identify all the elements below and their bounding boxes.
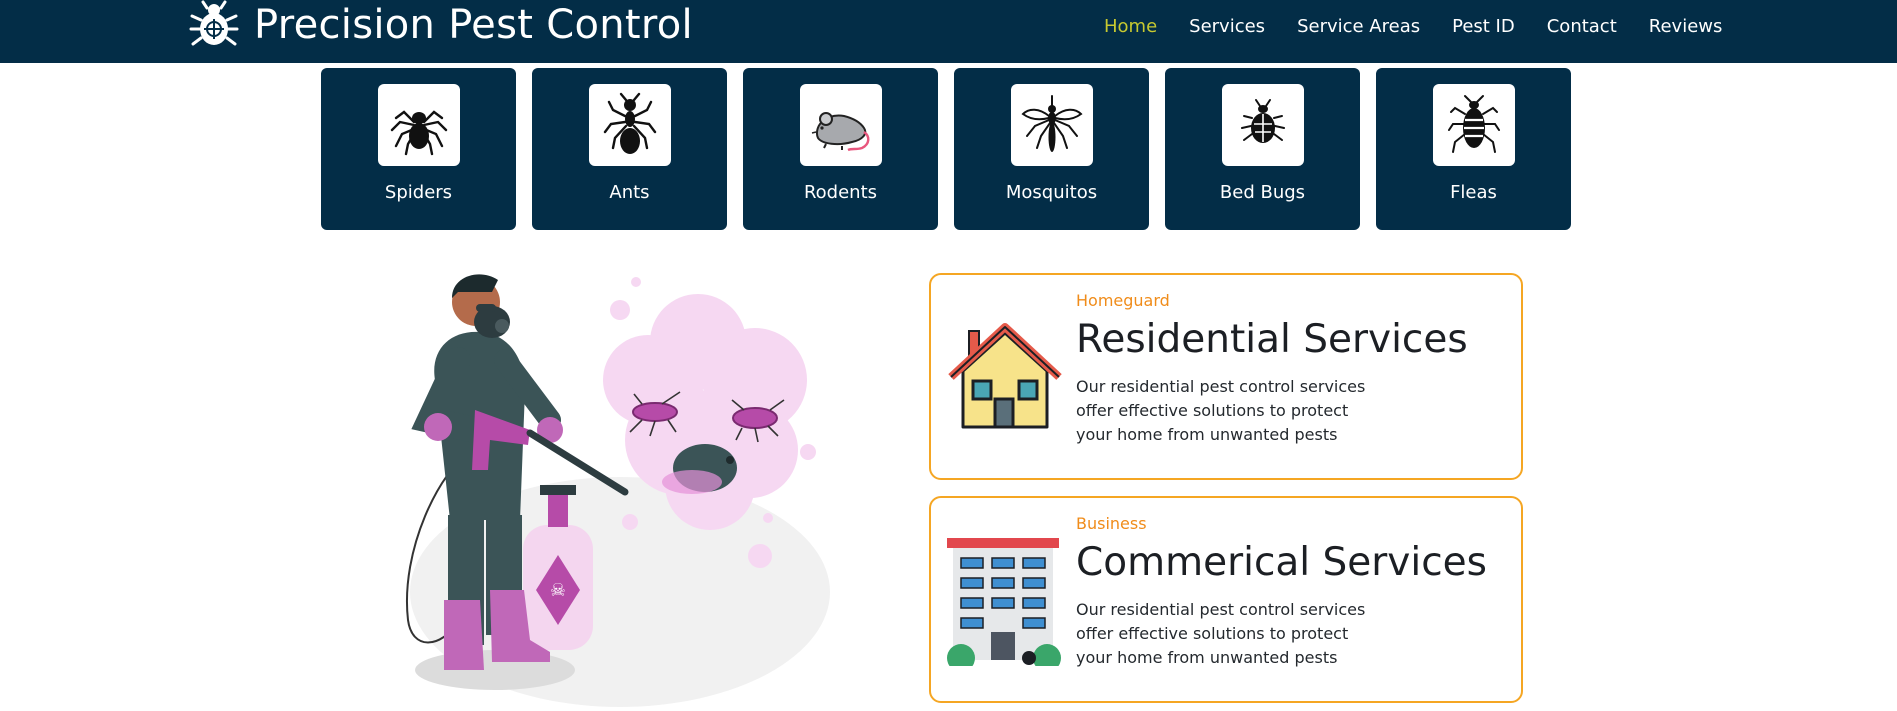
nav-service-areas[interactable]: Service Areas: [1297, 16, 1420, 37]
rat-icon: [800, 84, 882, 166]
pest-label: Spiders: [384, 182, 453, 203]
pest-card-bed-bugs[interactable]: Bed Bugs: [1165, 68, 1360, 230]
service-card-residential[interactable]: Homeguard Residential Services Our resid…: [929, 273, 1523, 480]
office-building-icon: [947, 538, 1063, 672]
house-icon: [947, 315, 1063, 443]
exterminator-illustration: ☠: [380, 270, 840, 707]
pest-card-ants[interactable]: Ants: [532, 68, 727, 230]
ant-icon: [589, 84, 671, 166]
pest-label: Rodents: [803, 182, 878, 203]
mosquito-icon: [1011, 84, 1093, 166]
spider-icon: [378, 84, 460, 166]
pest-grid: Spiders Ants Rodents Mosquitos Bed Bugs …: [321, 68, 1587, 230]
svg-text:☠: ☠: [550, 580, 566, 601]
nav-home[interactable]: Home: [1104, 16, 1157, 37]
service-card-commercial[interactable]: Business Commerical Services Our residen…: [929, 496, 1523, 703]
service-description: Our residential pest control services of…: [1076, 377, 1366, 444]
pest-label: Fleas: [1450, 182, 1497, 203]
service-title: Commerical Services: [1076, 540, 1487, 585]
pest-card-fleas[interactable]: Fleas: [1376, 68, 1571, 230]
service-title: Residential Services: [1076, 317, 1468, 362]
bed-bug-icon: [1222, 84, 1304, 166]
service-kicker: Business: [1076, 514, 1147, 533]
pest-card-rodents[interactable]: Rodents: [743, 68, 938, 230]
nav-contact[interactable]: Contact: [1547, 16, 1617, 37]
pest-card-mosquitos[interactable]: Mosquitos: [954, 68, 1149, 230]
pest-label: Mosquitos: [1005, 182, 1098, 203]
flea-icon: [1433, 84, 1515, 166]
logo-link[interactable]: Precision Pest Control: [188, 0, 693, 50]
nav-reviews[interactable]: Reviews: [1649, 16, 1723, 37]
service-kicker: Homeguard: [1076, 291, 1170, 310]
brand-name: Precision Pest Control: [254, 2, 693, 48]
nav-pest-id[interactable]: Pest ID: [1452, 16, 1515, 37]
site-header: Precision Pest Control Home Services Ser…: [0, 0, 1897, 63]
pest-label: Ants: [609, 182, 650, 203]
pest-label: Bed Bugs: [1219, 182, 1306, 203]
main-nav: Home Services Service Areas Pest ID Cont…: [1104, 16, 1754, 37]
service-description: Our residential pest control services of…: [1076, 600, 1366, 667]
bug-crosshair-icon: [188, 0, 240, 50]
pest-card-spiders[interactable]: Spiders: [321, 68, 516, 230]
nav-services[interactable]: Services: [1189, 16, 1265, 37]
